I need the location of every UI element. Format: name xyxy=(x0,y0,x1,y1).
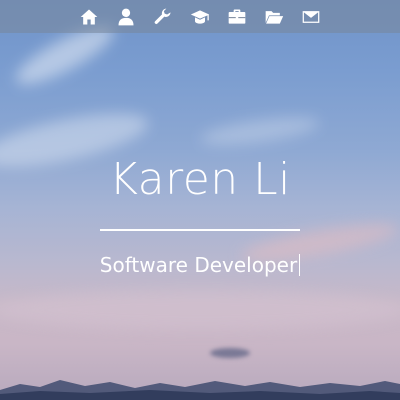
user-icon[interactable] xyxy=(114,5,138,29)
folder-open-icon[interactable] xyxy=(262,5,286,29)
typing-cursor xyxy=(299,254,301,276)
hero-subtitle-text: Software Developer xyxy=(99,253,298,277)
home-icon[interactable] xyxy=(77,5,101,29)
hero-name: Karen Li xyxy=(109,154,291,205)
hero-subtitle: Software Developer xyxy=(0,250,400,280)
hero-divider xyxy=(100,229,300,231)
cloud xyxy=(210,348,250,358)
cloud xyxy=(0,290,400,330)
mountain-silhouette xyxy=(0,380,400,400)
briefcase-icon[interactable] xyxy=(225,5,249,29)
cloud xyxy=(199,111,321,151)
top-navbar xyxy=(0,0,400,33)
envelope-icon[interactable] xyxy=(299,5,323,29)
wrench-icon[interactable] xyxy=(151,5,175,29)
graduation-cap-icon[interactable] xyxy=(188,5,212,29)
